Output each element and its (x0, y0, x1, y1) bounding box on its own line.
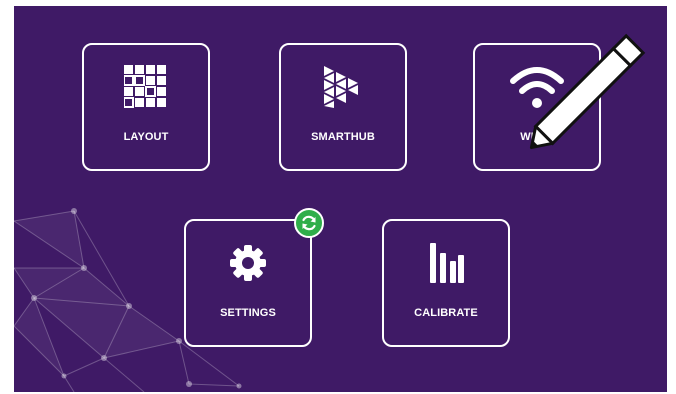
tile-settings[interactable]: SETTINGS (184, 219, 312, 347)
tile-smarthub[interactable]: SMARTHUB (279, 43, 407, 171)
tile-wlan-label: WLAN (520, 131, 554, 143)
tile-smarthub-label: SMARTHUB (311, 131, 375, 143)
tile-layout-label: LAYOUT (123, 131, 169, 143)
gear-icon (186, 237, 310, 289)
tile-calibrate[interactable]: CALIBRATE (382, 219, 510, 347)
smarthub-logo-icon (281, 61, 405, 113)
app-screen: LAYOUT SMARTHUB WLAN SETTINGS CALIBRATE (14, 6, 667, 392)
tile-wlan[interactable]: WLAN (473, 43, 601, 171)
tile-layout[interactable]: LAYOUT (82, 43, 210, 171)
sync-icon (302, 215, 316, 231)
tile-settings-label: SETTINGS (220, 307, 276, 319)
bar-chart-icon (384, 237, 508, 289)
tile-calibrate-label: CALIBRATE (414, 307, 478, 319)
sync-badge (294, 208, 324, 238)
wifi-icon (475, 61, 599, 113)
grid-icon (84, 61, 208, 113)
